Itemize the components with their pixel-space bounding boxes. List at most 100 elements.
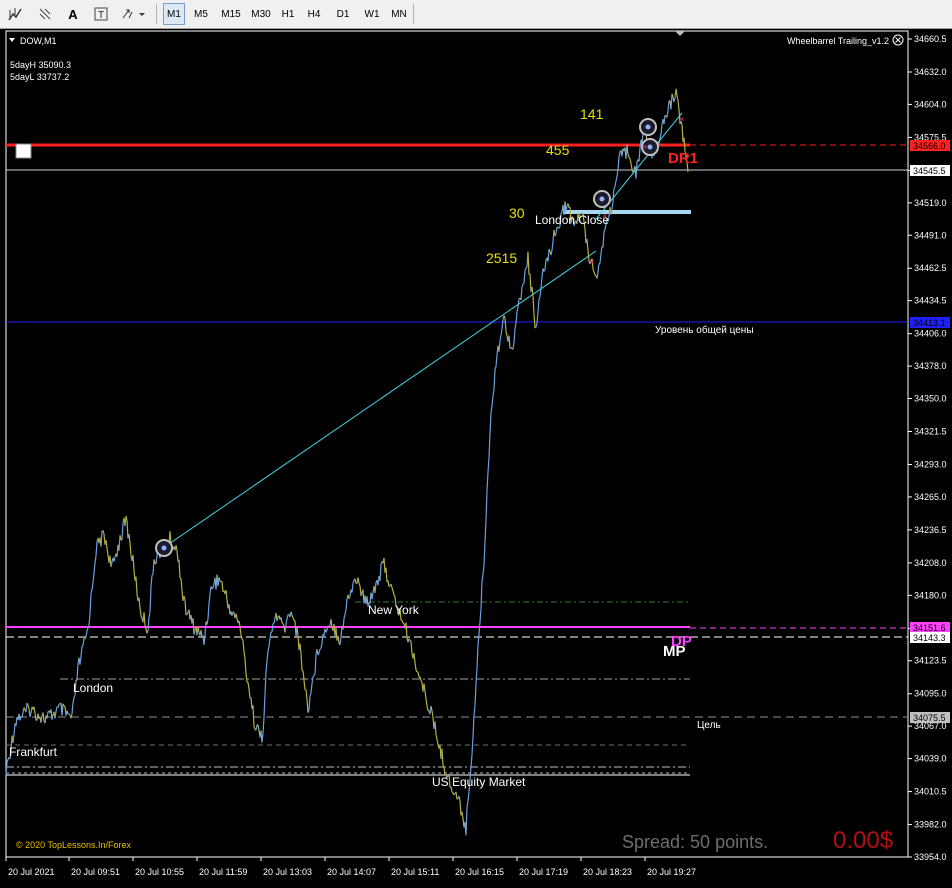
price-segment bbox=[306, 690, 307, 699]
price-segment bbox=[307, 699, 308, 713]
chart-menu-icon bbox=[9, 38, 15, 42]
price-chart[interactable]: ××××141455302515London CloseNew YorkLond… bbox=[0, 29, 952, 883]
price-segment bbox=[346, 599, 347, 610]
price-segment bbox=[291, 612, 292, 616]
info-low: 5dayL 33737.2 bbox=[10, 72, 69, 82]
price-segment bbox=[141, 616, 142, 618]
price-segment bbox=[524, 271, 525, 284]
price-segment bbox=[545, 260, 546, 270]
price-segment bbox=[312, 677, 313, 684]
price-segment bbox=[386, 568, 387, 582]
price-segment bbox=[682, 125, 683, 143]
price-segment bbox=[664, 115, 665, 124]
y-tick-label: 34095.0 bbox=[914, 689, 947, 699]
timeframe-m15[interactable]: M15 bbox=[217, 3, 245, 25]
price-segment bbox=[229, 604, 230, 614]
price-segment bbox=[414, 653, 415, 662]
count-label: 2515 bbox=[486, 250, 517, 266]
price-segment bbox=[277, 617, 278, 621]
price-segment bbox=[628, 155, 629, 158]
timeframe-m30[interactable]: M30 bbox=[247, 3, 275, 25]
price-segment bbox=[660, 134, 661, 138]
price-segment bbox=[179, 560, 180, 578]
price-segment bbox=[462, 812, 463, 819]
count-label: 141 bbox=[580, 106, 604, 122]
price-segment bbox=[613, 188, 614, 201]
price-segment bbox=[505, 318, 506, 331]
price-segment bbox=[587, 239, 588, 250]
timeframe-m5[interactable]: M5 bbox=[190, 3, 212, 25]
price-segment bbox=[614, 187, 615, 189]
price-segment bbox=[272, 624, 273, 633]
price-segment bbox=[140, 608, 141, 616]
price-segment bbox=[263, 717, 264, 733]
price-segment bbox=[92, 583, 93, 590]
price-segment bbox=[340, 637, 341, 644]
price-segment bbox=[239, 621, 240, 627]
price-segment bbox=[292, 615, 293, 617]
level-label: DR1 bbox=[668, 150, 698, 167]
price-segment bbox=[431, 706, 432, 711]
price-segment bbox=[593, 269, 594, 272]
y-tick-label: 34293.0 bbox=[914, 459, 947, 469]
price-segment bbox=[181, 578, 182, 590]
y-tick-label: 34010.5 bbox=[914, 787, 947, 797]
price-segment bbox=[471, 755, 472, 767]
timeframe-w1[interactable]: W1 bbox=[361, 3, 383, 25]
price-segment bbox=[661, 124, 662, 134]
indicator-close-icon[interactable] bbox=[893, 35, 903, 45]
price-segment bbox=[526, 267, 527, 268]
price-segment bbox=[319, 649, 320, 653]
price-segment bbox=[468, 792, 469, 801]
timeframe-mn[interactable]: MN bbox=[387, 3, 411, 25]
price-segment bbox=[344, 614, 345, 618]
price-segment bbox=[35, 713, 36, 720]
price-badge-label: 34151.6 bbox=[913, 623, 946, 633]
price-segment bbox=[603, 231, 604, 247]
price-segment bbox=[585, 229, 586, 243]
trade-marker-dot bbox=[162, 546, 167, 551]
x-tick-label: 20 Jul 2021 bbox=[8, 867, 55, 877]
text-label-icon[interactable]: T bbox=[90, 3, 112, 25]
price-segment bbox=[338, 636, 339, 643]
chart-area[interactable]: ××××141455302515London CloseNew YorkLond… bbox=[0, 29, 952, 883]
price-segment bbox=[205, 622, 206, 635]
timeframe-d1[interactable]: D1 bbox=[332, 3, 354, 25]
text-tool-icon[interactable]: A bbox=[62, 3, 84, 25]
price-segment bbox=[548, 249, 549, 261]
price-segment bbox=[358, 578, 359, 584]
price-segment bbox=[418, 672, 419, 678]
price-segment bbox=[119, 535, 120, 550]
price-segment bbox=[420, 677, 421, 681]
price-segment bbox=[489, 434, 490, 458]
price-segment bbox=[73, 697, 74, 703]
price-segment bbox=[427, 706, 428, 711]
arrows-dropdown-icon[interactable] bbox=[118, 3, 148, 25]
x-tick-label: 20 Jul 19:27 bbox=[647, 867, 696, 877]
price-segment bbox=[496, 355, 497, 367]
price-segment bbox=[415, 662, 416, 670]
price-segment bbox=[56, 707, 57, 712]
grid-icon[interactable] bbox=[34, 3, 56, 25]
price-segment bbox=[631, 164, 632, 170]
price-segment bbox=[313, 675, 314, 677]
price-segment bbox=[375, 583, 376, 594]
y-tick-label: 34350.0 bbox=[914, 394, 947, 404]
price-segment bbox=[392, 588, 393, 591]
price-segment bbox=[474, 705, 475, 716]
price-segment bbox=[151, 576, 152, 587]
timeframe-m1[interactable]: M1 bbox=[163, 3, 185, 25]
y-tick-label: 34208.0 bbox=[914, 558, 947, 568]
chart-shift-icon bbox=[675, 31, 685, 36]
price-segment bbox=[209, 594, 210, 603]
price-segment bbox=[212, 588, 213, 589]
chart-style-icon[interactable] bbox=[4, 3, 26, 25]
price-segment bbox=[86, 631, 87, 637]
price-segment bbox=[677, 96, 678, 101]
red-line-handle[interactable] bbox=[16, 144, 31, 158]
timeframe-h4[interactable]: H4 bbox=[303, 3, 325, 25]
price-segment bbox=[410, 641, 411, 642]
timeframe-h1[interactable]: H1 bbox=[277, 3, 299, 25]
price-segment bbox=[185, 600, 186, 616]
price-segment bbox=[629, 157, 630, 158]
